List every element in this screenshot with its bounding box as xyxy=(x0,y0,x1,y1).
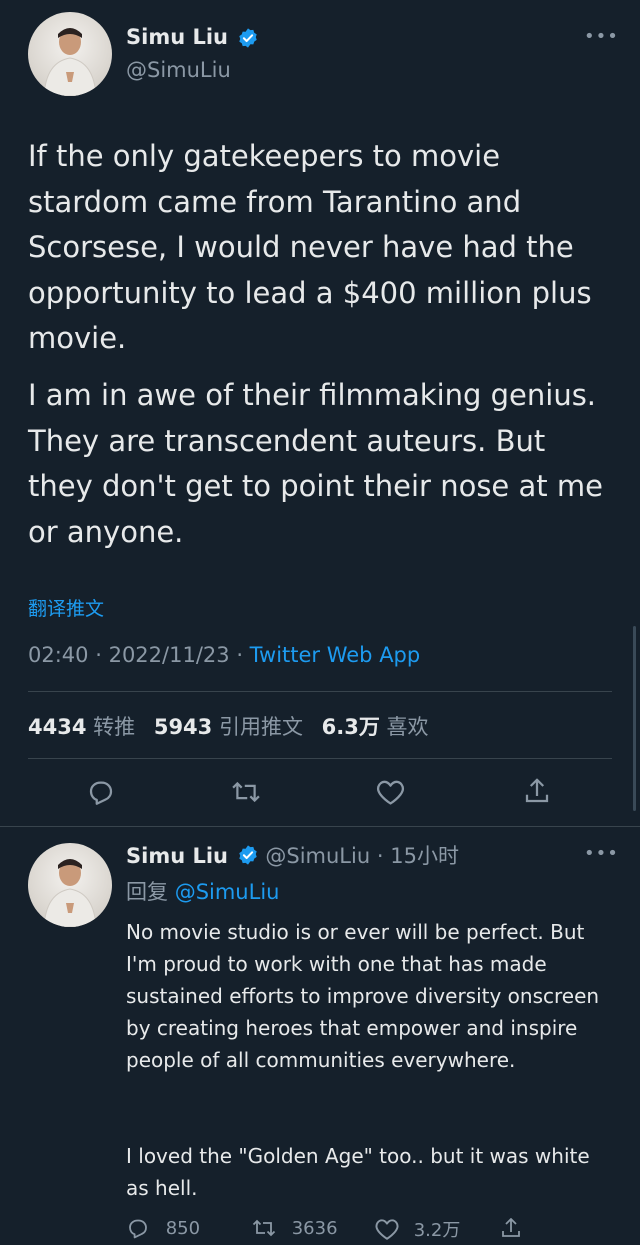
quotes-count: 5943 xyxy=(153,715,213,739)
likes-stat[interactable]: 6.3万 喜欢 xyxy=(322,715,429,739)
author-name[interactable]: Simu Liu xyxy=(126,844,228,868)
share-icon[interactable] xyxy=(523,776,551,806)
reply-button[interactable]: 850 xyxy=(126,1216,200,1240)
replying-to: 回复 @SimuLiu xyxy=(126,876,279,906)
more-options-icon[interactable]: ••• xyxy=(584,26,619,47)
tweet-age[interactable]: 15小时 xyxy=(390,844,459,868)
quotes-stat[interactable]: 5943 引用推文 xyxy=(154,715,310,739)
separator-dot: · xyxy=(376,844,384,868)
person-avatar-icon xyxy=(43,859,97,927)
author-name[interactable]: Simu Liu xyxy=(126,25,228,49)
reply-to-handle[interactable]: @SimuLiu xyxy=(175,880,280,904)
person-avatar-icon xyxy=(43,28,97,96)
author-handle[interactable]: @SimuLiu xyxy=(126,58,231,82)
retweet-icon xyxy=(252,1219,276,1237)
divider xyxy=(28,758,612,759)
tweet-text-paragraph: If the only gatekeepers to movie stardom… xyxy=(28,139,592,356)
like-button[interactable]: 3.2万 xyxy=(374,1216,460,1242)
likes-label: 喜欢 xyxy=(386,715,429,739)
tweet-date[interactable]: 2022/11/23 xyxy=(109,643,230,667)
author-handle[interactable]: @SimuLiu xyxy=(265,844,370,868)
retweet-count: 3636 xyxy=(291,1217,338,1239)
retweets-stat[interactable]: 4434 转推 xyxy=(28,715,142,739)
reply-text-paragraph: I loved the "Golden Age" too.. but it wa… xyxy=(126,1144,590,1200)
scrollbar[interactable] xyxy=(633,626,636,811)
likes-count: 6.3万 xyxy=(321,715,380,739)
retweet-button[interactable]: 3636 xyxy=(250,1216,338,1240)
tweet-timestamp: 02:40 · 2022/11/23 · Twitter Web App xyxy=(28,643,420,667)
translate-tweet-link[interactable]: 翻译推文 xyxy=(28,594,104,621)
retweets-label: 转推 xyxy=(93,715,136,739)
tweet-time[interactable]: 02:40 xyxy=(28,643,89,667)
avatar[interactable] xyxy=(28,12,112,96)
reply-action-bar: 850 3636 3.2万 xyxy=(126,1214,626,1244)
tweet-source-link[interactable]: Twitter Web App xyxy=(250,643,421,667)
tweet-stats: 4434 转推 5943 引用推文 6.3万 喜欢 xyxy=(28,711,429,741)
reply-header: Simu Liu @SimuLiu · 15小时 xyxy=(126,840,459,871)
reply-prefix: 回复 xyxy=(126,880,168,904)
tweet-text-paragraph: I am in awe of their filmmaking genius. … xyxy=(28,378,603,549)
share-icon xyxy=(502,1218,520,1237)
more-options-icon[interactable]: ••• xyxy=(584,843,619,864)
separator-dot: · xyxy=(95,643,109,667)
reply-icon[interactable] xyxy=(86,777,116,807)
quotes-label: 引用推文 xyxy=(218,715,303,739)
reply-text-paragraph: No movie studio is or ever will be perfe… xyxy=(126,920,600,1072)
retweets-count: 4434 xyxy=(28,715,87,739)
divider xyxy=(0,826,640,827)
verified-badge-icon xyxy=(237,844,259,871)
like-count: 3.2万 xyxy=(413,1220,461,1241)
like-heart-icon xyxy=(375,1219,399,1240)
avatar[interactable] xyxy=(28,843,112,927)
retweet-icon[interactable] xyxy=(230,777,262,807)
share-button[interactable] xyxy=(500,1216,522,1240)
verified-badge-icon xyxy=(237,27,259,53)
like-heart-icon[interactable] xyxy=(375,778,406,806)
divider xyxy=(28,691,612,692)
reply-count: 850 xyxy=(165,1217,201,1239)
author-name-row: Simu Liu xyxy=(126,25,259,53)
separator-dot: · xyxy=(236,643,250,667)
reply-icon xyxy=(129,1219,147,1239)
